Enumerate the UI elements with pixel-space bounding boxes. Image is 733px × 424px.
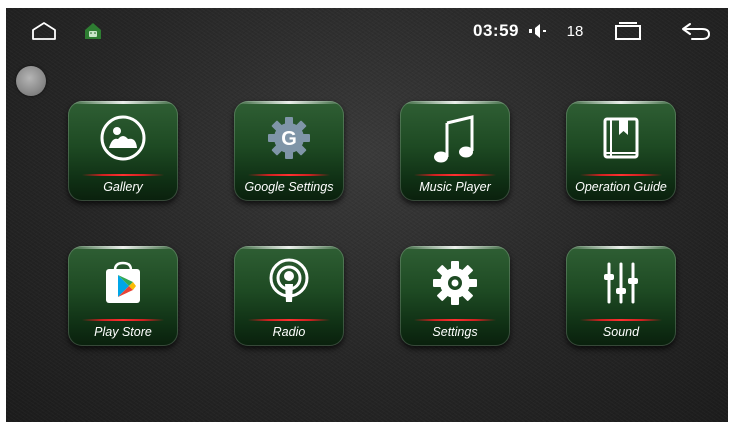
tile-divider xyxy=(580,319,662,321)
status-bar: 03:59 18 xyxy=(6,8,728,52)
equalizer-sliders-icon xyxy=(596,256,646,310)
gear-icon xyxy=(430,256,480,310)
app-label: Gallery xyxy=(103,180,143,194)
app-tile-google-settings[interactable]: G Google Settings xyxy=(234,101,344,201)
app-tile-play-store[interactable]: Play Store xyxy=(68,246,178,346)
volume-icon[interactable] xyxy=(528,22,550,40)
app-tile-sound[interactable]: Sound xyxy=(566,246,676,346)
tile-divider xyxy=(82,174,164,176)
svg-text:G: G xyxy=(281,128,297,150)
app-label: Operation Guide xyxy=(575,180,667,194)
tile-divider xyxy=(414,174,496,176)
android-home-icon[interactable] xyxy=(82,20,104,42)
podcast-radio-icon xyxy=(264,256,314,310)
floating-assist-ball-icon[interactable] xyxy=(16,66,46,96)
app-tile-radio[interactable]: Radio xyxy=(234,246,344,346)
play-store-icon xyxy=(98,256,148,310)
app-label: Google Settings xyxy=(244,180,334,194)
app-tile-gallery[interactable]: Gallery xyxy=(68,101,178,201)
google-settings-icon: G xyxy=(264,111,314,165)
recent-apps-icon[interactable] xyxy=(610,20,646,42)
app-label: Music Player xyxy=(419,180,491,194)
tile-divider xyxy=(580,174,662,176)
gallery-icon xyxy=(98,111,148,165)
app-label: Play Store xyxy=(94,325,152,339)
book-icon xyxy=(596,111,646,165)
app-label: Settings xyxy=(432,325,478,339)
app-tile-settings[interactable]: Settings xyxy=(400,246,510,346)
home-screen: 03:59 18 Gallery G Google Settings Music… xyxy=(6,8,728,422)
clock: 03:59 xyxy=(473,21,519,40)
music-note-icon xyxy=(430,111,480,165)
app-tile-operation-guide[interactable]: Operation Guide xyxy=(566,101,676,201)
app-label: Radio xyxy=(272,325,306,339)
tile-divider xyxy=(248,319,330,321)
tile-divider xyxy=(414,319,496,321)
tile-divider xyxy=(248,174,330,176)
home-icon[interactable] xyxy=(30,20,58,42)
volume-level: 18 xyxy=(566,22,584,40)
app-label: Sound xyxy=(602,325,640,339)
tile-divider xyxy=(82,319,164,321)
back-icon[interactable] xyxy=(678,20,714,42)
app-tile-music-player[interactable]: Music Player xyxy=(400,101,510,201)
